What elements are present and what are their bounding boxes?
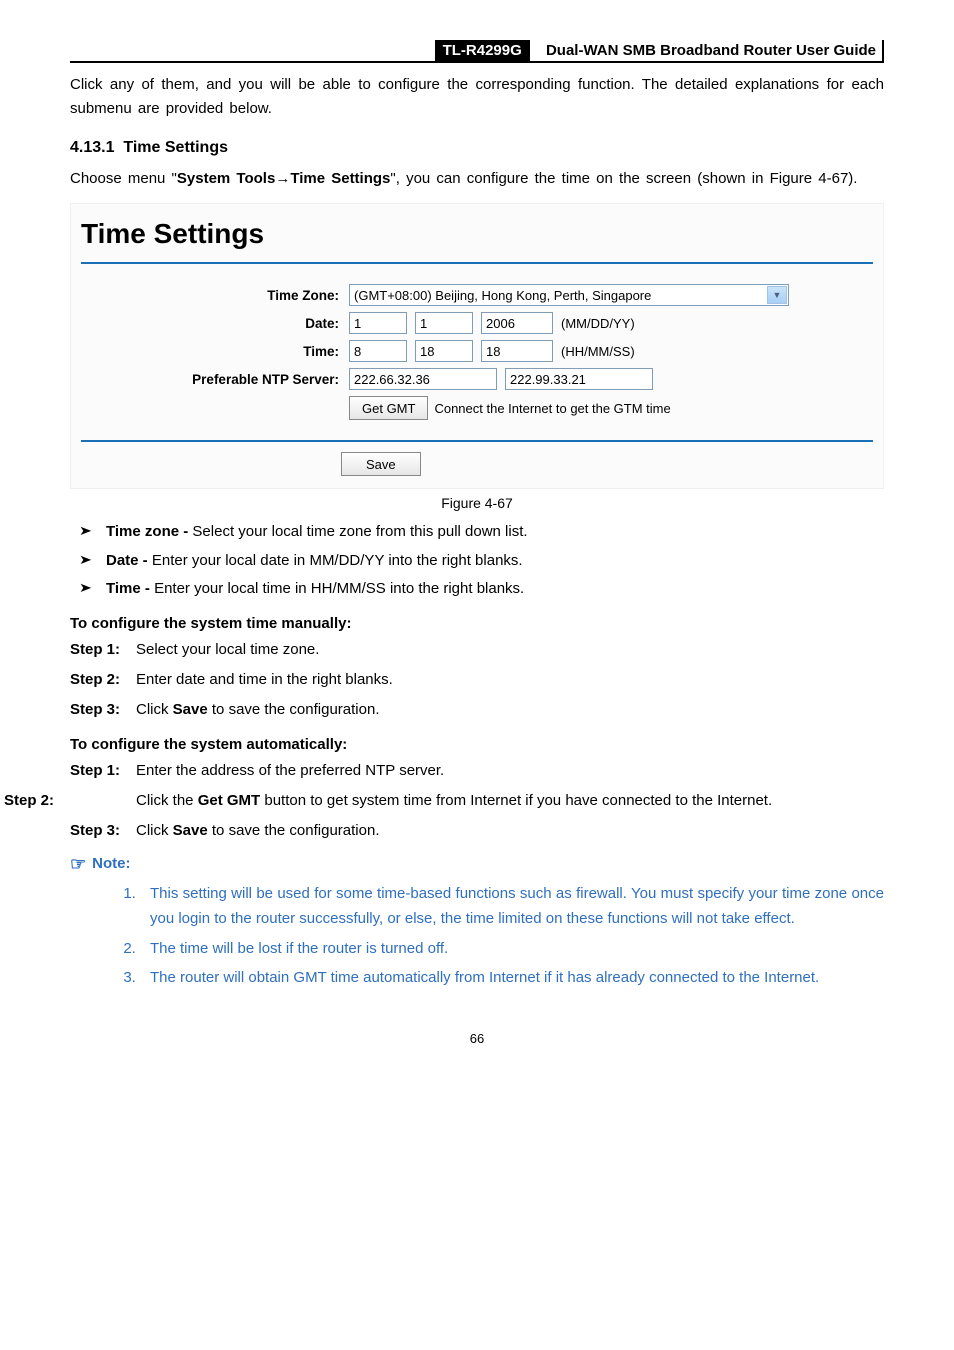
section-number: 4.13.1 [70,139,114,156]
row-time: Time: 8 18 18 (HH/MM/SS) [89,340,865,362]
model-badge: TL-R4299G [435,40,530,61]
manual-heading: To configure the system time manually: [70,615,884,632]
panel-heading: Time Settings [71,204,883,258]
note-3: The router will obtain GMT time automati… [140,965,884,991]
timezone-value: (GMT+08:00) Beijing, Hong Kong, Perth, S… [354,288,651,303]
section-title: Time Settings [123,139,228,156]
date-day-input[interactable]: 1 [415,312,473,334]
intro-paragraph: Click any of them, and you will be able … [70,73,884,121]
date-unit: (MM/DD/YY) [561,316,635,331]
notes-list: This setting will be used for some time-… [70,881,884,991]
time-second-input[interactable]: 18 [481,340,553,362]
save-row: Save [71,452,883,476]
auto-step-1: Step 1:Enter the address of the preferre… [70,759,884,783]
figure-caption: Figure 4-67 [70,495,884,511]
page-number: 66 [70,1031,884,1046]
date-year-input[interactable]: 2006 [481,312,553,334]
bullet-date: Date - Enter your local date in MM/DD/YY… [80,550,884,573]
time-unit: (HH/MM/SS) [561,344,635,359]
section-heading: 4.13.1 Time Settings [70,139,884,157]
note-label: Note: [92,855,130,872]
get-gmt-hint: Connect the Internet to get the GTM time [434,401,670,416]
menu-path-paragraph: Choose menu "System Tools→Time Settings"… [70,167,884,191]
note-2: The time will be lost if the router is t… [140,936,884,962]
pointing-hand-icon: ☞ [70,855,86,873]
manual-step-3: Step 3:Click Save to save the configurat… [70,698,884,722]
bullet-time: Time - Enter your local time in HH/MM/SS… [80,578,884,601]
timezone-select[interactable]: (GMT+08:00) Beijing, Hong Kong, Perth, S… [349,284,789,306]
note-1: This setting will be used for some time-… [140,881,884,932]
page-header: TL-R4299G Dual-WAN SMB Broadband Router … [70,40,884,63]
row-getgmt: Get GMT Connect the Internet to get the … [89,396,865,420]
row-date: Date: 1 1 2006 (MM/DD/YY) [89,312,865,334]
ntp-server-1-input[interactable]: 222.66.32.36 [349,368,497,390]
row-timezone: Time Zone: (GMT+08:00) Beijing, Hong Kon… [89,284,865,306]
manual-step-2: Step 2:Enter date and time in the right … [70,668,884,692]
date-label: Date: [89,316,349,331]
time-label: Time: [89,344,349,359]
timezone-label: Time Zone: [89,288,349,303]
time-hour-input[interactable]: 8 [349,340,407,362]
field-descriptions: Time zone - Select your local time zone … [70,521,884,601]
time-settings-panel: Time Settings Time Zone: (GMT+08:00) Bei… [70,203,884,489]
row-ntp: Preferable NTP Server: 222.66.32.36 222.… [89,368,865,390]
guide-title: Dual-WAN SMB Broadband Router User Guide [540,40,884,61]
bullet-timezone: Time zone - Select your local time zone … [80,521,884,544]
note-heading: ☞ Note: [70,855,884,873]
chevron-down-icon[interactable]: ▼ [767,286,787,304]
auto-heading: To configure the system automatically: [70,736,884,753]
time-minute-input[interactable]: 18 [415,340,473,362]
auto-step-3: Step 3:Click Save to save the configurat… [70,819,884,843]
get-gmt-button[interactable]: Get GMT [349,396,428,420]
form-area: Time Zone: (GMT+08:00) Beijing, Hong Kon… [81,262,873,442]
ntp-server-2-input[interactable]: 222.99.33.21 [505,368,653,390]
date-month-input[interactable]: 1 [349,312,407,334]
auto-step-2: Step 2:Click the Get GMT button to get s… [70,789,884,813]
manual-step-1: Step 1:Select your local time zone. [70,638,884,662]
save-button[interactable]: Save [341,452,421,476]
ntp-label: Preferable NTP Server: [89,372,349,387]
